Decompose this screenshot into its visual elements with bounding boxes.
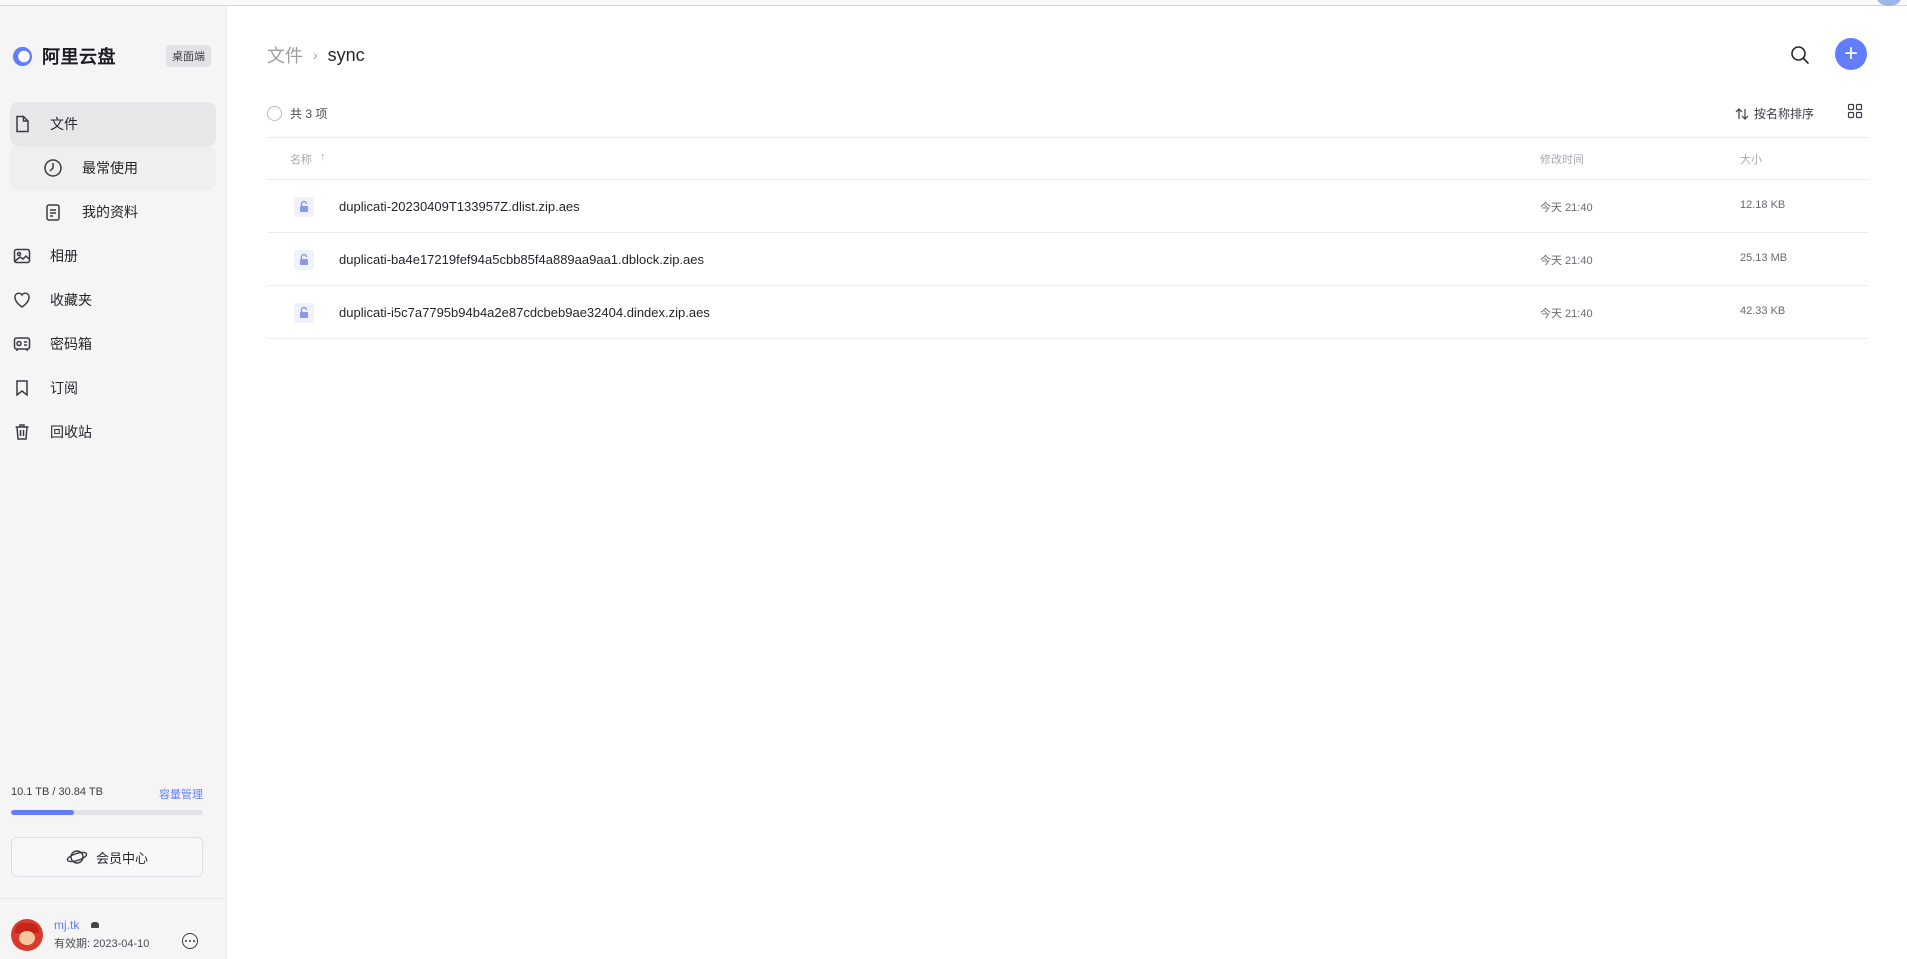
sidebar-item-label: 密码箱 bbox=[50, 336, 92, 352]
storage-quota: 10.1 TB / 30.84 TB 容量管理 bbox=[11, 786, 203, 815]
table-header: 名称 ↑ 修改时间 大小 bbox=[267, 137, 1868, 180]
select-all-checkbox[interactable] bbox=[267, 106, 282, 121]
document-icon bbox=[46, 204, 60, 221]
sidebar-item-recent[interactable]: 最常使用 bbox=[10, 146, 216, 190]
file-name: duplicati-20230409T133957Z.dlist.zip.aes bbox=[339, 199, 580, 214]
file-modified-time: 今天 21:40 bbox=[1540, 308, 1593, 320]
divider bbox=[0, 898, 226, 899]
vip-center-button[interactable]: 会员中心 bbox=[11, 837, 203, 877]
sidebar-item-label: 我的资料 bbox=[82, 204, 138, 220]
quota-text: 10.1 TB / 30.84 TB bbox=[11, 786, 103, 798]
quota-manage-link[interactable]: 容量管理 bbox=[159, 786, 203, 802]
clock-icon bbox=[44, 159, 62, 177]
breadcrumb-separator: › bbox=[313, 47, 318, 63]
file-name: duplicati-ba4e17219fef94a5cbb85f4a889aa9… bbox=[339, 252, 705, 267]
search-icon[interactable] bbox=[1789, 44, 1811, 66]
vip-level-icon bbox=[91, 922, 100, 928]
locked-file-icon bbox=[294, 303, 314, 323]
table-row[interactable]: duplicati-i5c7a7795b94b4a2e87cdcbeb9ae32… bbox=[267, 286, 1868, 339]
avatar[interactable] bbox=[11, 918, 43, 951]
planet-icon bbox=[66, 850, 88, 864]
file-icon bbox=[16, 115, 29, 133]
sidebar-item-label: 最常使用 bbox=[82, 160, 138, 176]
quota-bar bbox=[11, 810, 203, 815]
more-options-icon[interactable] bbox=[182, 933, 198, 949]
photo-icon bbox=[13, 248, 31, 264]
file-size: 42.33 KB bbox=[1740, 305, 1786, 317]
sidebar: 阿里云盘 桌面端 文件 最常使用 我的资料 相册 收藏夹 密码箱 订阅 回收站 … bbox=[0, 6, 227, 959]
sidebar-item-album[interactable]: 相册 bbox=[10, 234, 216, 278]
bookmark-icon bbox=[16, 380, 28, 397]
sidebar-item-files[interactable]: 文件 bbox=[10, 102, 216, 146]
sidebar-item-label: 文件 bbox=[50, 116, 78, 132]
add-button[interactable]: + bbox=[1835, 38, 1867, 70]
sidebar-nav: 文件 最常使用 我的资料 相册 收藏夹 密码箱 订阅 回收站 bbox=[0, 102, 226, 454]
sort-icon bbox=[1735, 107, 1749, 120]
grid-view-icon[interactable] bbox=[1847, 103, 1863, 119]
column-size-header[interactable]: 大小 bbox=[1740, 151, 1762, 167]
sort-label: 按名称排序 bbox=[1754, 107, 1815, 121]
file-modified-time: 今天 21:40 bbox=[1540, 255, 1593, 267]
sidebar-item-my-docs[interactable]: 我的资料 bbox=[10, 190, 216, 234]
locked-file-icon bbox=[294, 197, 314, 217]
column-time-header[interactable]: 修改时间 bbox=[1540, 151, 1584, 167]
breadcrumb-root[interactable]: 文件 bbox=[267, 42, 303, 68]
table-row[interactable]: duplicati-ba4e17219fef94a5cbb85f4a889aa9… bbox=[267, 233, 1868, 286]
sidebar-item-trash[interactable]: 回收站 bbox=[10, 410, 216, 454]
sidebar-item-label: 订阅 bbox=[50, 380, 78, 396]
safe-icon bbox=[13, 337, 31, 351]
file-name: duplicati-i5c7a7795b94b4a2e87cdcbeb9ae32… bbox=[339, 305, 710, 320]
sidebar-item-subscriptions[interactable]: 订阅 bbox=[10, 366, 216, 410]
sidebar-item-label: 回收站 bbox=[50, 424, 92, 440]
list-toolbar: 共 3 项 bbox=[267, 105, 327, 122]
file-size: 12.18 KB bbox=[1740, 199, 1786, 211]
sort-button[interactable]: 按名称排序 bbox=[1735, 105, 1814, 122]
membership-expiry: 有效期: 2023-04-10 bbox=[54, 938, 150, 950]
aliyun-drive-logo-icon bbox=[12, 46, 33, 66]
sidebar-item-label: 相册 bbox=[50, 248, 78, 264]
vip-center-label: 会员中心 bbox=[95, 850, 148, 866]
plus-icon: + bbox=[1843, 40, 1858, 67]
file-modified-time: 今天 21:40 bbox=[1540, 202, 1593, 214]
item-count: 共 3 项 bbox=[290, 107, 328, 121]
sort-ascending-icon: ↑ bbox=[320, 151, 326, 163]
app-logo[interactable]: 阿里云盘 bbox=[11, 43, 116, 69]
breadcrumb-current: sync bbox=[327, 44, 365, 65]
file-table: 名称 ↑ 修改时间 大小 duplicati-20230409T133957Z.… bbox=[267, 137, 1868, 339]
trash-icon bbox=[15, 424, 29, 440]
heart-icon bbox=[14, 292, 30, 308]
quota-bar-fill bbox=[11, 810, 74, 815]
file-size: 25.13 MB bbox=[1740, 252, 1788, 264]
sidebar-item-label: 收藏夹 bbox=[50, 292, 92, 308]
user-profile[interactable]: mj.tk 有效期: 2023-04-10 bbox=[11, 918, 149, 951]
user-name: mj.tk bbox=[54, 918, 80, 932]
desktop-badge[interactable]: 桌面端 bbox=[166, 45, 211, 67]
breadcrumb: 文件 › sync bbox=[267, 42, 365, 68]
locked-file-icon bbox=[294, 250, 314, 270]
sidebar-item-safe[interactable]: 密码箱 bbox=[10, 322, 216, 366]
table-row[interactable]: duplicati-20230409T133957Z.dlist.zip.aes… bbox=[267, 180, 1868, 233]
sidebar-item-favorites[interactable]: 收藏夹 bbox=[10, 278, 216, 322]
main-content: 文件 › sync + 共 3 项 按名称排序 名称 ↑ 修改时间 大小 dup… bbox=[227, 6, 1907, 959]
column-name-header[interactable]: 名称 ↑ bbox=[290, 151, 326, 167]
app-name: 阿里云盘 bbox=[42, 47, 116, 67]
